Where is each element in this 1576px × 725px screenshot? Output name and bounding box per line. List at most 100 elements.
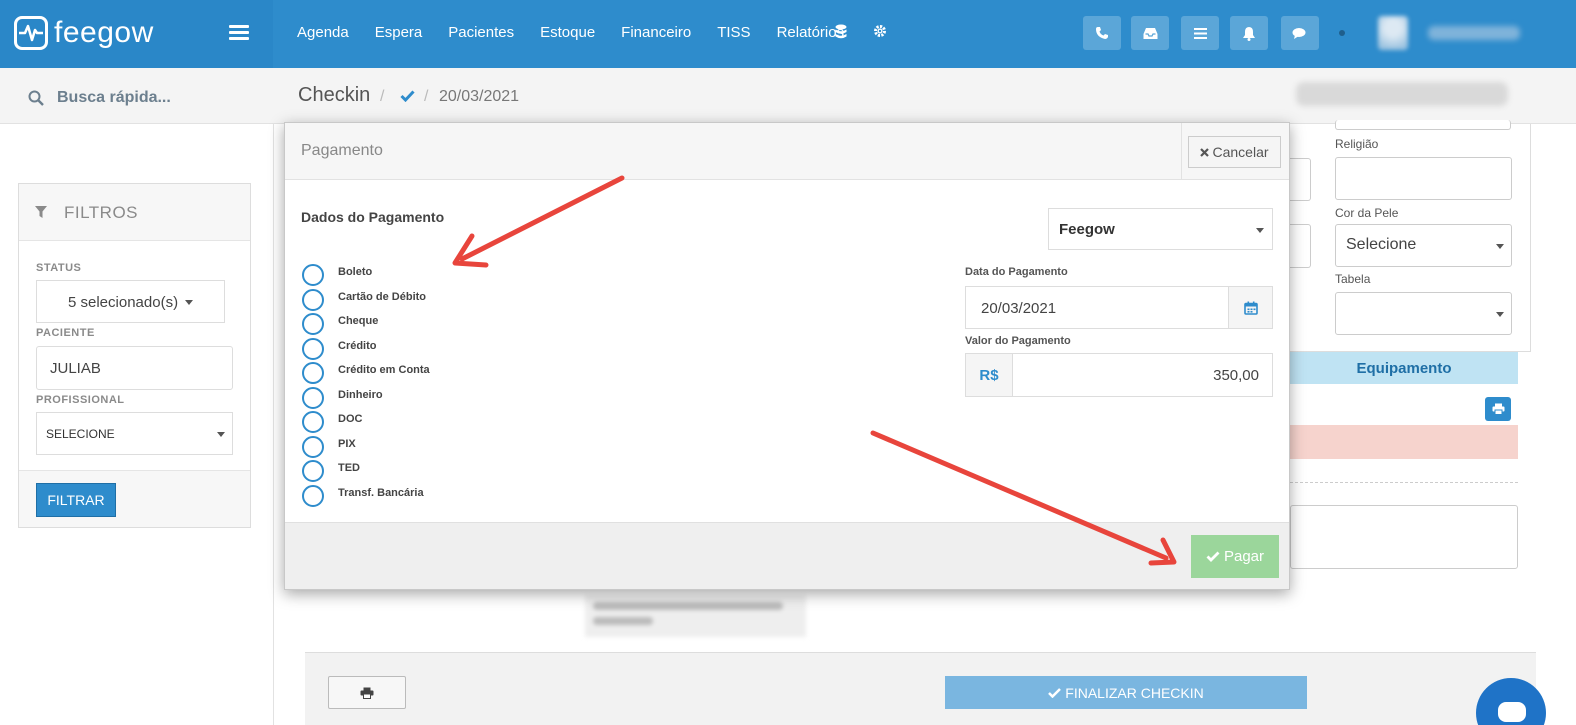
- status-dropdown-value: 5 selecionado(s): [68, 294, 179, 311]
- radio-button[interactable]: [302, 362, 324, 384]
- religiao-input[interactable]: [1335, 157, 1512, 200]
- search-icon: [28, 90, 44, 106]
- radio-button[interactable]: [302, 288, 324, 311]
- nav-espera[interactable]: Espera: [375, 24, 423, 41]
- observations-textarea[interactable]: [1290, 505, 1518, 569]
- radio-button[interactable]: [302, 264, 324, 286]
- page-title: Checkin: [298, 84, 371, 106]
- checkin-footer: FINALIZAR CHECKIN: [305, 652, 1536, 725]
- radio-button[interactable]: [302, 411, 324, 433]
- inbox-icon: [1143, 27, 1157, 39]
- radio-button[interactable]: [302, 337, 324, 360]
- menu-toggle-icon[interactable]: [229, 25, 249, 41]
- pagar-button[interactable]: Pagar: [1191, 535, 1279, 578]
- profissional-select-value: SELECIONE: [46, 427, 115, 441]
- payment-provider-select[interactable]: Feegow: [1048, 208, 1273, 250]
- cor-pele-value: Selecione: [1346, 236, 1417, 253]
- chat-button[interactable]: [1281, 16, 1319, 50]
- breadcrumb-separator: /: [380, 88, 385, 105]
- nav-relatorios[interactable]: Relatórios: [777, 24, 845, 41]
- filter-icon: [35, 206, 47, 218]
- patient-details-panel: Religião Cor da Pele Selecione Tabela: [1289, 120, 1531, 352]
- gear-icon[interactable]: [873, 24, 887, 42]
- filters-header: FILTROS: [19, 184, 250, 241]
- feegow-logo-icon: [14, 16, 48, 50]
- divider: [1181, 123, 1182, 180]
- avatar[interactable]: [1378, 16, 1408, 50]
- paciente-label: PACIENTE: [36, 327, 95, 339]
- nav-pacientes[interactable]: Pacientes: [448, 24, 514, 41]
- status-dropdown[interactable]: 5 selecionado(s): [36, 280, 225, 323]
- currency-prefix: R$: [966, 354, 1013, 396]
- payment-date-input[interactable]: 20/03/2021: [965, 286, 1273, 329]
- filtrar-button[interactable]: FILTRAR: [36, 483, 116, 517]
- top-navbar: feegow Agenda Espera Pacientes Estoque F…: [0, 0, 1576, 68]
- phone-button[interactable]: [1083, 16, 1121, 50]
- calendar-button[interactable]: [1228, 287, 1272, 328]
- radio-button[interactable]: [302, 435, 324, 458]
- notifications-button[interactable]: [1230, 16, 1268, 50]
- breadcrumb-separator: /: [424, 88, 429, 105]
- cancel-label: Cancelar: [1212, 144, 1269, 160]
- paciente-input-value: JULIAB: [50, 360, 101, 377]
- breadcrumb-date: 20/03/2021: [439, 88, 520, 105]
- list-button[interactable]: [1181, 16, 1219, 50]
- nav-financeiro[interactable]: Financeiro: [621, 24, 691, 41]
- caret-down-icon: [185, 300, 193, 305]
- radio-button[interactable]: [302, 460, 324, 482]
- nav-estoque[interactable]: Estoque: [540, 24, 595, 41]
- profissional-select[interactable]: SELECIONE: [36, 412, 233, 455]
- alert-bar: [1290, 425, 1518, 459]
- left-sidebar: Busca rápida... FILTROS STATUS 5 selecio…: [0, 68, 274, 725]
- cor-pele-select[interactable]: Selecione: [1335, 224, 1512, 267]
- tabela-label: Tabela: [1335, 272, 1371, 286]
- blurred-info: [585, 595, 806, 637]
- brand-name[interactable]: feegow: [54, 16, 154, 50]
- close-icon: [1200, 147, 1210, 157]
- quick-search[interactable]: Busca rápida...: [0, 68, 274, 124]
- section-title: Dados do Pagamento: [301, 209, 445, 225]
- previous-field[interactable]: [1335, 120, 1511, 130]
- modal-title: Pagamento: [301, 142, 383, 159]
- finalizar-checkin-button[interactable]: FINALIZAR CHECKIN: [945, 676, 1307, 709]
- provider-value: Feegow: [1059, 221, 1115, 238]
- quick-search-placeholder[interactable]: Busca rápida...: [57, 89, 171, 107]
- print-checkin-button[interactable]: [328, 676, 406, 709]
- main-nav: Agenda Espera Pacientes Estoque Financei…: [297, 24, 870, 41]
- payment-modal: Pagamento Cancelar Dados do Pagamento Fe…: [284, 122, 1290, 590]
- payment-value-input[interactable]: R$ 350,00: [965, 353, 1273, 397]
- bell-icon: [1243, 26, 1255, 41]
- pagar-label: Pagar: [1223, 548, 1265, 565]
- print-button[interactable]: [1485, 397, 1511, 421]
- inbox-button[interactable]: [1131, 16, 1169, 50]
- username-blurred[interactable]: [1428, 26, 1520, 40]
- printer-icon: [360, 687, 374, 699]
- caret-down-icon: [1256, 228, 1264, 233]
- phone-icon: [1096, 27, 1108, 39]
- chat-icon: [1292, 27, 1306, 39]
- printer-icon: [1492, 403, 1504, 415]
- radio-button[interactable]: [302, 484, 324, 507]
- brand-area: feegow: [0, 0, 273, 68]
- unit-name-blurred: [1296, 82, 1508, 106]
- breadcrumb: Checkin / / 20/03/2021: [274, 68, 1576, 124]
- database-icon[interactable]: [835, 24, 847, 43]
- caret-down-icon: [217, 432, 225, 437]
- caret-down-icon: [1496, 244, 1504, 249]
- calendar-icon: [1243, 301, 1258, 315]
- online-status-dot: [1339, 30, 1345, 36]
- paciente-input[interactable]: JULIAB: [36, 346, 233, 390]
- radio-button[interactable]: [302, 313, 324, 335]
- radio-button[interactable]: [302, 386, 324, 409]
- equipamento-tab[interactable]: Equipamento: [1290, 352, 1518, 384]
- religiao-label: Religião: [1335, 137, 1379, 151]
- tabela-select[interactable]: [1335, 292, 1512, 335]
- filters-title: FILTROS: [64, 203, 139, 222]
- filters-footer: FILTRAR: [19, 470, 250, 527]
- chat-icon: [1498, 702, 1526, 722]
- nav-tiss[interactable]: TISS: [717, 24, 750, 41]
- nav-agenda[interactable]: Agenda: [297, 24, 349, 41]
- modal-footer: Pagar: [285, 522, 1289, 589]
- profissional-label: PROFISSIONAL: [36, 394, 125, 406]
- cancel-button[interactable]: Cancelar: [1188, 136, 1281, 168]
